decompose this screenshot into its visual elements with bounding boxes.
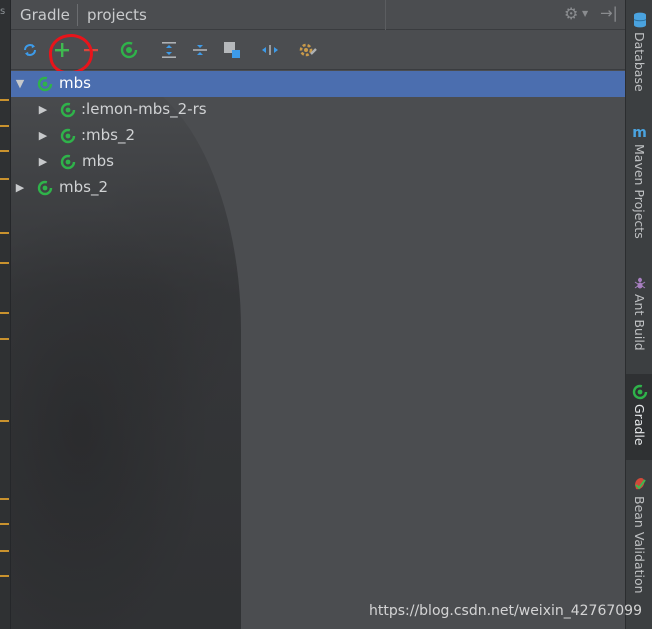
sidebar-item-label: Bean Validation bbox=[632, 496, 647, 594]
gutter-marker bbox=[0, 312, 9, 314]
gutter-marker bbox=[0, 262, 9, 264]
gradle-project-icon bbox=[37, 180, 53, 196]
expand-arrow-icon[interactable]: ▼ bbox=[13, 77, 27, 91]
gutter-marker bbox=[0, 150, 9, 152]
tree-label: :mbs_2 bbox=[81, 126, 136, 144]
gradle-project-tree: ▼ mbs ▶ :lemon-mbs_2-rs ▶ :mbs_2 ▶ mbs ▶… bbox=[11, 71, 625, 201]
ant-icon bbox=[634, 277, 645, 289]
expand-arrow-icon[interactable]: ▶ bbox=[36, 129, 50, 143]
gutter-marker bbox=[0, 125, 9, 127]
link-icon bbox=[262, 45, 278, 55]
gear-icon[interactable]: ⚙ bbox=[564, 4, 578, 23]
gutter-glyph: s bbox=[0, 6, 6, 17]
chevron-down-icon[interactable]: ▼ bbox=[582, 9, 588, 18]
collapse-all-icon bbox=[193, 45, 207, 55]
right-tool-strip: Database m Maven Projects Ant Build Grad… bbox=[625, 0, 652, 629]
sidebar-item-label: Maven Projects bbox=[632, 144, 647, 239]
gradle-project-icon bbox=[37, 76, 53, 92]
expand-all-icon bbox=[162, 42, 176, 58]
settings-button[interactable] bbox=[298, 39, 320, 61]
tree-label: :lemon-mbs_2-rs bbox=[81, 100, 207, 118]
editor-gutter: s bbox=[0, 0, 11, 629]
gutter-marker bbox=[0, 550, 9, 552]
group-modules-icon bbox=[224, 42, 240, 58]
panel-title: Gradle bbox=[20, 6, 70, 24]
add-project-icon bbox=[55, 43, 69, 57]
collapse-all-button[interactable] bbox=[189, 39, 211, 61]
sidebar-item-database[interactable]: Database bbox=[626, 6, 652, 98]
refresh-all-icon bbox=[24, 44, 36, 56]
group-modules-button[interactable] bbox=[221, 39, 243, 61]
gradle-toolbar bbox=[11, 31, 625, 70]
gradle-icon bbox=[632, 384, 647, 400]
gradle-tool-window: Gradle projects ⚙ ▼ →| ▼ mbs ▶:lemon-mb… bbox=[11, 0, 625, 629]
gutter-marker bbox=[0, 575, 9, 577]
bean-validation-icon bbox=[634, 478, 646, 490]
tree-label: mbs bbox=[59, 74, 91, 92]
expand-all-button[interactable] bbox=[158, 39, 180, 61]
tab-projects[interactable]: projects bbox=[87, 6, 147, 24]
database-icon bbox=[633, 12, 646, 28]
settings-icon bbox=[299, 43, 317, 57]
gradle-task-icon bbox=[120, 41, 138, 59]
sidebar-item-label: Gradle bbox=[632, 404, 647, 446]
expand-arrow-icon[interactable]: ▶ bbox=[36, 155, 50, 169]
tree-label: mbs_2 bbox=[59, 178, 108, 196]
refresh-all-button[interactable] bbox=[19, 39, 41, 61]
expand-arrow-icon[interactable]: ▶ bbox=[13, 181, 27, 195]
maven-icon: m bbox=[632, 125, 647, 141]
sidebar-item-label: Ant Build bbox=[632, 294, 647, 351]
sidebar-item-bean-validation[interactable]: Bean Validation bbox=[626, 470, 652, 600]
gradle-module-icon bbox=[60, 102, 76, 118]
tool-window-header: Gradle projects ⚙ ▼ →| bbox=[11, 0, 625, 30]
sidebar-item-gradle[interactable]: Gradle bbox=[626, 374, 652, 460]
header-divider bbox=[77, 4, 78, 26]
gutter-marker bbox=[0, 498, 9, 500]
tree-row[interactable]: ▶ :lemon-mbs_2-rs bbox=[11, 97, 625, 123]
tree-label: mbs bbox=[82, 152, 114, 170]
gradle-task-button[interactable] bbox=[118, 39, 140, 61]
header-divider bbox=[385, 0, 386, 30]
gutter-marker bbox=[0, 523, 9, 525]
hide-panel-icon[interactable]: →| bbox=[600, 4, 618, 22]
sidebar-item-ant-build[interactable]: Ant Build bbox=[626, 270, 652, 360]
add-project-button[interactable] bbox=[51, 39, 73, 61]
link-button[interactable] bbox=[259, 39, 281, 61]
gutter-marker bbox=[0, 232, 9, 234]
remove-project-icon bbox=[84, 49, 98, 52]
gutter-marker bbox=[0, 178, 9, 180]
sidebar-item-maven-projects[interactable]: m Maven Projects bbox=[626, 120, 652, 248]
sidebar-item-label: Database bbox=[632, 32, 647, 92]
tree-row[interactable]: ▼ mbs bbox=[11, 71, 625, 97]
gradle-module-icon bbox=[60, 154, 76, 170]
remove-project-button[interactable] bbox=[80, 39, 102, 61]
gutter-marker bbox=[0, 338, 9, 340]
gutter-marker bbox=[0, 99, 9, 101]
tree-row[interactable]: ▶ mbs bbox=[11, 149, 625, 175]
tree-row[interactable]: ▶ mbs_2 bbox=[11, 175, 625, 201]
gutter-marker bbox=[0, 420, 9, 422]
gradle-module-icon bbox=[60, 128, 76, 144]
tree-row[interactable]: ▶ :mbs_2 bbox=[11, 123, 625, 149]
watermark-url: https://blog.csdn.net/weixin_42767099 bbox=[368, 603, 642, 619]
expand-arrow-icon[interactable]: ▶ bbox=[36, 103, 50, 117]
